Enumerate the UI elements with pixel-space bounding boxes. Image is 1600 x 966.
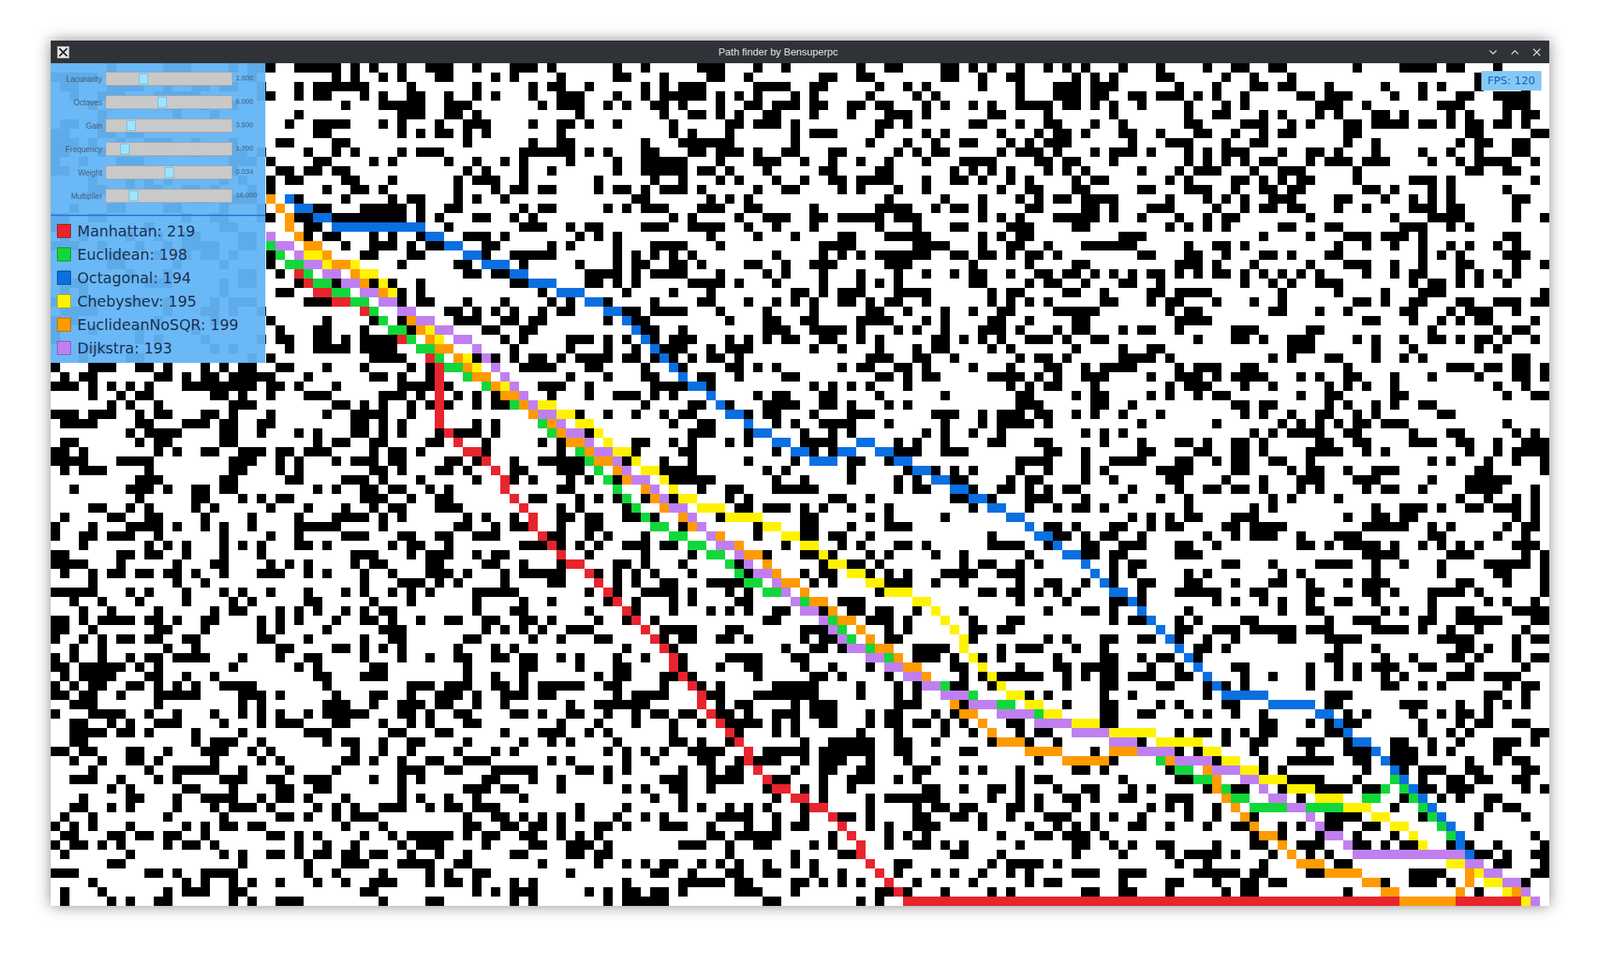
legend-item: Dijkstra: 193 (56, 336, 260, 360)
slider-reading: 3.500 (235, 120, 254, 132)
legend-label: Manhattan: 219 (77, 220, 196, 243)
legend-label: Octagonal: 194 (77, 266, 192, 290)
legend-item: EuclideanNoSQR: 199 (56, 312, 260, 337)
legend-label: EuclideanNoSQR: 199 (77, 313, 239, 337)
slider-row: Lacunarity 1.800 (56, 69, 260, 89)
slider-track[interactable] (105, 142, 233, 157)
map-canvas[interactable]: Lacunarity 1.800 Octaves 6.000 Gain 3.500 Freq… (50, 63, 1550, 907)
slider-row: Multiplier 16.000 (56, 186, 260, 206)
legend-label: Dijkstra: 193 (77, 337, 173, 360)
slider-reading: 6.000 (235, 96, 254, 108)
legend-swatch (56, 341, 72, 356)
path-trace (266, 194, 1540, 907)
slider-label: Gain (56, 120, 103, 132)
legend-item: Manhattan: 219 (56, 219, 260, 243)
desktop: Path finder by Bensuperpc Lacunarity 1.800… (0, 0, 1600, 966)
fps-badge: FPS: 120 (1481, 71, 1542, 91)
slider-label: Weight (56, 167, 103, 179)
slider-row: Weight 0.034 (56, 163, 260, 182)
slider-track[interactable] (105, 118, 233, 133)
legend-swatch (56, 224, 72, 239)
slider-row: Gain 3.500 (56, 116, 260, 136)
legend-item: Euclidean: 198 (56, 242, 260, 267)
legend-label: Chebyshev: 195 (77, 290, 197, 313)
window-controls (1486, 46, 1544, 59)
slider-label: Lacunarity (56, 73, 103, 86)
slider-track[interactable] (105, 165, 233, 180)
legend-swatch (56, 317, 72, 332)
slider-reading: 1.700 (235, 143, 254, 155)
slider-thumb[interactable] (138, 73, 149, 85)
slider-list: Lacunarity 1.800 Octaves 6.000 Gain 3.500 Freq… (50, 63, 266, 215)
control-panel: Lacunarity 1.800 Octaves 6.000 Gain 3.500 Freq… (50, 63, 266, 363)
app-window: Path finder by Bensuperpc Lacunarity 1.800… (50, 40, 1550, 907)
legend-item: Chebyshev: 195 (56, 289, 260, 313)
legend-swatch (56, 270, 72, 285)
slider-thumb[interactable] (164, 167, 175, 178)
legend-label: Euclidean: 198 (77, 243, 188, 267)
path-trace (284, 194, 1540, 907)
title-bar[interactable]: Path finder by Bensuperpc (50, 40, 1550, 64)
path-trace (303, 250, 1540, 907)
legend-swatch (56, 247, 72, 262)
legend: Manhattan: 219Euclidean: 198Octagonal: 1… (50, 216, 266, 363)
slider-thumb[interactable] (128, 190, 139, 202)
slider-reading: 16.000 (235, 190, 258, 202)
x11-logo-icon (56, 46, 70, 59)
slider-track[interactable] (105, 95, 233, 110)
noise-grid[interactable] (50, 63, 1550, 907)
minimize-icon[interactable] (1486, 46, 1500, 59)
panel-divider (50, 214, 266, 217)
slider-track[interactable] (105, 71, 233, 86)
legend-item: Octagonal: 194 (56, 266, 260, 290)
slider-thumb[interactable] (126, 120, 136, 132)
slider-row: Frequency 1.700 (56, 139, 260, 159)
close-icon[interactable] (1530, 46, 1544, 59)
slider-label: Frequency (56, 143, 103, 156)
slider-label: Multiplier (56, 190, 103, 203)
slider-reading: 1.800 (235, 73, 254, 85)
legend-swatch (56, 294, 72, 309)
slider-thumb[interactable] (120, 143, 130, 155)
slider-thumb[interactable] (157, 96, 168, 108)
maximize-icon[interactable] (1508, 46, 1522, 59)
slider-label: Octaves (56, 96, 103, 109)
slider-row: Octaves 6.000 (56, 92, 260, 112)
path-trace (266, 231, 1540, 907)
slider-reading: 0.034 (235, 167, 254, 178)
slider-track[interactable] (105, 188, 233, 203)
window-title: Path finder by Bensuperpc (75, 44, 1481, 61)
